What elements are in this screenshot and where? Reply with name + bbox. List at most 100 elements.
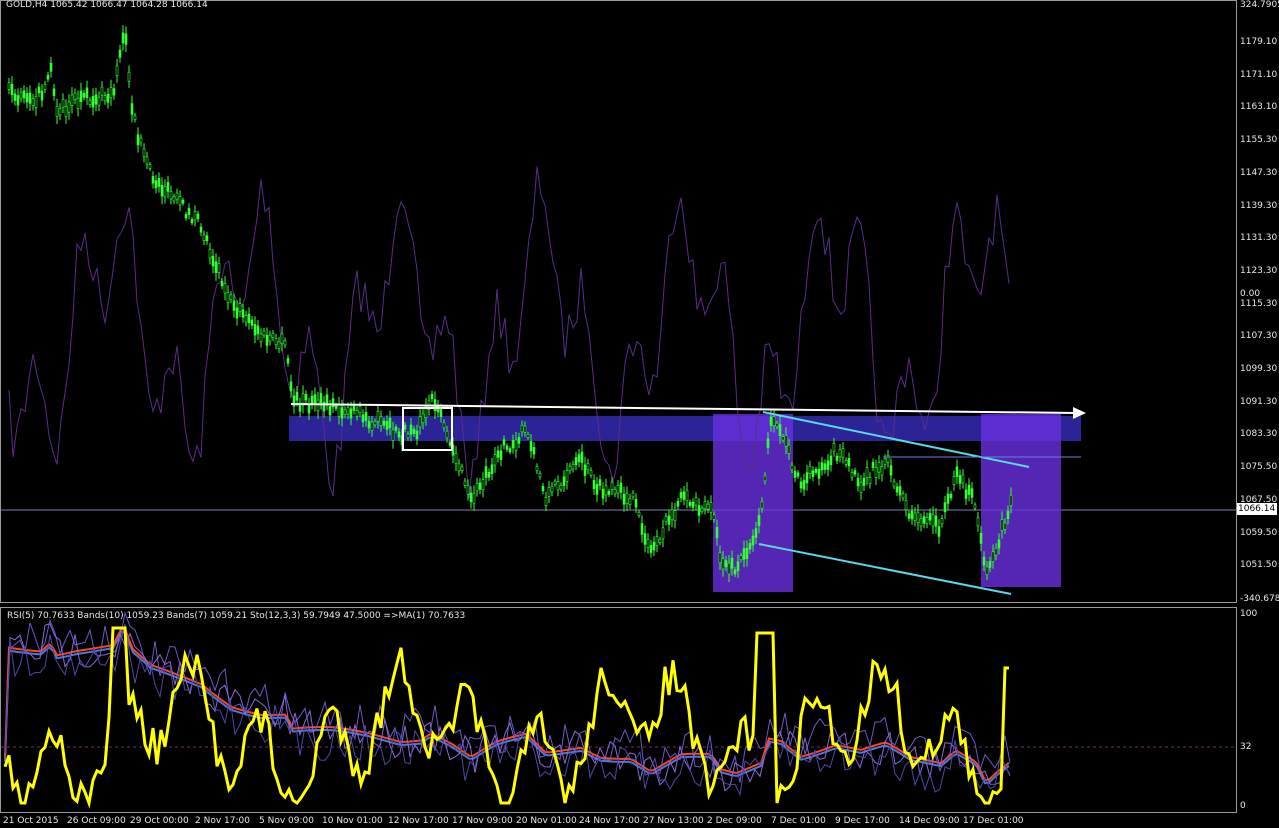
candle bbox=[88, 97, 92, 108]
candle bbox=[349, 401, 353, 426]
candle bbox=[103, 91, 107, 105]
candle bbox=[868, 472, 872, 489]
candle bbox=[262, 327, 266, 339]
main-chart-pane[interactable] bbox=[0, 0, 1237, 603]
candle bbox=[136, 127, 140, 153]
candle bbox=[499, 444, 503, 467]
candle bbox=[514, 432, 518, 459]
candle bbox=[721, 551, 725, 577]
candle bbox=[187, 203, 191, 220]
candle bbox=[544, 491, 548, 511]
candle bbox=[424, 398, 428, 426]
candle bbox=[964, 483, 968, 505]
indicator-canvas[interactable] bbox=[1, 608, 1236, 812]
candle bbox=[688, 499, 692, 509]
candle bbox=[331, 392, 335, 413]
candle bbox=[379, 410, 383, 432]
current-price-marker: 1066.14 bbox=[1237, 503, 1277, 515]
candle bbox=[250, 316, 254, 330]
candle bbox=[385, 415, 389, 436]
candle bbox=[673, 503, 677, 529]
price-axis[interactable]: 324.7905 0.00 -340.6785 100 32 0 1179.10… bbox=[1237, 0, 1279, 828]
candle bbox=[565, 462, 569, 490]
candle bbox=[118, 44, 122, 63]
candle bbox=[127, 65, 131, 88]
candle bbox=[400, 429, 404, 452]
candle bbox=[502, 435, 506, 450]
candle bbox=[877, 455, 881, 480]
candle bbox=[691, 498, 695, 512]
candle bbox=[490, 458, 494, 481]
candle bbox=[886, 449, 890, 468]
candle bbox=[64, 99, 68, 124]
candle bbox=[553, 478, 557, 487]
candle bbox=[883, 454, 887, 470]
ma-blue-line bbox=[4, 629, 1010, 785]
candle bbox=[880, 460, 884, 482]
time-tick-label: 27 Nov 13:00 bbox=[643, 816, 704, 826]
candle bbox=[316, 391, 320, 419]
candle bbox=[952, 470, 956, 491]
candle bbox=[742, 540, 746, 568]
price-tick-label: 1107.30 bbox=[1240, 331, 1278, 342]
candle bbox=[604, 478, 608, 503]
candle bbox=[640, 515, 644, 543]
candle bbox=[556, 475, 560, 497]
candle bbox=[928, 508, 932, 526]
candle bbox=[46, 72, 50, 83]
price-chart-canvas[interactable] bbox=[1, 1, 1236, 602]
overlay-axis-top: 324.7905 bbox=[1240, 0, 1279, 10]
candle bbox=[628, 493, 632, 510]
candle bbox=[229, 291, 233, 304]
candle bbox=[796, 470, 800, 479]
candle bbox=[391, 421, 395, 449]
candle bbox=[631, 490, 635, 500]
time-tick-label: 26 Oct 09:00 bbox=[67, 816, 126, 826]
time-tick-label: 2 Dec 09:00 bbox=[707, 816, 762, 826]
candle bbox=[169, 185, 173, 205]
candle bbox=[1006, 505, 1010, 525]
candle bbox=[592, 474, 596, 495]
candle bbox=[619, 476, 623, 500]
candle bbox=[397, 427, 401, 442]
candle bbox=[586, 458, 590, 475]
candle bbox=[55, 98, 59, 125]
candle bbox=[763, 472, 767, 485]
candle bbox=[175, 188, 179, 204]
candle bbox=[574, 452, 578, 471]
candle bbox=[988, 556, 992, 573]
time-tick-label: 20 Nov 01:00 bbox=[516, 816, 577, 826]
candle bbox=[394, 424, 398, 434]
indicator-pane[interactable] bbox=[0, 607, 1237, 813]
candle bbox=[922, 511, 926, 529]
candle bbox=[772, 409, 776, 433]
candle bbox=[472, 485, 476, 511]
candle bbox=[37, 82, 41, 98]
candle bbox=[766, 432, 770, 455]
candle bbox=[70, 87, 74, 114]
candle bbox=[889, 458, 893, 483]
candle bbox=[106, 88, 110, 109]
candle bbox=[58, 103, 62, 120]
price-tick-label: 1099.30 bbox=[1240, 364, 1278, 374]
candle bbox=[202, 230, 206, 246]
candle bbox=[313, 387, 317, 412]
candle bbox=[124, 26, 128, 53]
candle bbox=[16, 88, 20, 113]
candle bbox=[724, 556, 728, 572]
candle bbox=[493, 446, 497, 473]
candle bbox=[811, 466, 815, 482]
candle bbox=[25, 87, 29, 109]
candle bbox=[217, 256, 221, 280]
candle bbox=[430, 390, 434, 403]
candle bbox=[589, 467, 593, 479]
candle bbox=[532, 442, 536, 460]
candle bbox=[739, 552, 743, 563]
candle bbox=[934, 508, 938, 534]
candle bbox=[751, 529, 755, 552]
time-axis[interactable]: 21 Oct 2015 26 Oct 09:00 29 Oct 00:00 2 Nov… bbox=[0, 813, 1237, 828]
time-tick-label: 7 Dec 01:00 bbox=[771, 816, 826, 826]
candle bbox=[838, 444, 842, 463]
candle bbox=[418, 408, 422, 435]
candle bbox=[757, 507, 761, 534]
